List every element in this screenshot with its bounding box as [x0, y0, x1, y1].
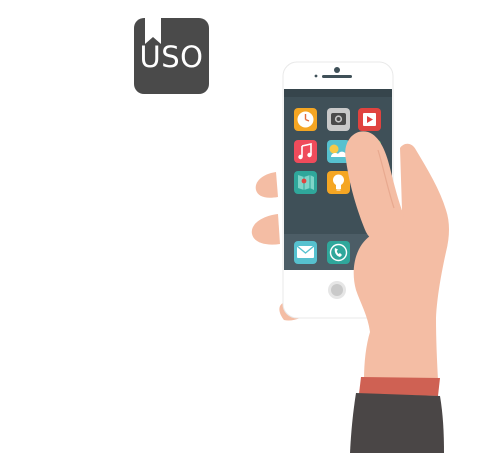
phone-icon[interactable]: [327, 241, 350, 264]
hand: [345, 131, 449, 453]
maps-icon[interactable]: [294, 171, 317, 194]
hand-phone-illustration: [251, 61, 449, 453]
speaker-grille: [322, 75, 352, 78]
video-play-icon[interactable]: [358, 108, 381, 131]
shirt-cuff: [359, 377, 440, 396]
camera-icon[interactable]: [327, 108, 350, 131]
mail-icon[interactable]: [294, 241, 317, 264]
jacket-sleeve: [350, 393, 444, 453]
front-camera-icon: [334, 67, 340, 73]
clock-icon[interactable]: [294, 108, 317, 131]
lightbulb-icon[interactable]: [327, 171, 350, 194]
music-icon[interactable]: [294, 140, 317, 163]
